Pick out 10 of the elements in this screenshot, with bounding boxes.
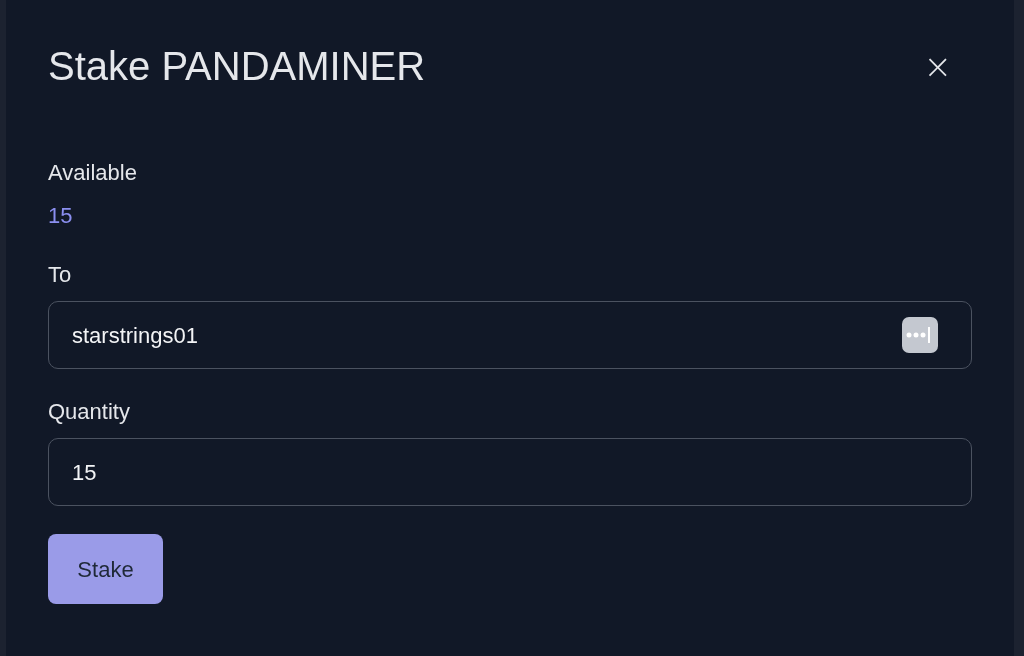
dialog-title: Stake PANDAMINER: [48, 43, 426, 90]
input-field[interactable]: starstrings01: [48, 301, 972, 369]
close-button[interactable]: ×: [923, 49, 952, 83]
available-label: Available: [48, 159, 138, 187]
field-label: Quantity: [48, 398, 131, 426]
available-value: 15: [48, 202, 74, 230]
input-field[interactable]: 15: [48, 438, 972, 506]
stake-button[interactable]: Stake: [48, 534, 163, 604]
field-label: To: [48, 261, 73, 289]
password-manager-icon[interactable]: [902, 317, 938, 353]
